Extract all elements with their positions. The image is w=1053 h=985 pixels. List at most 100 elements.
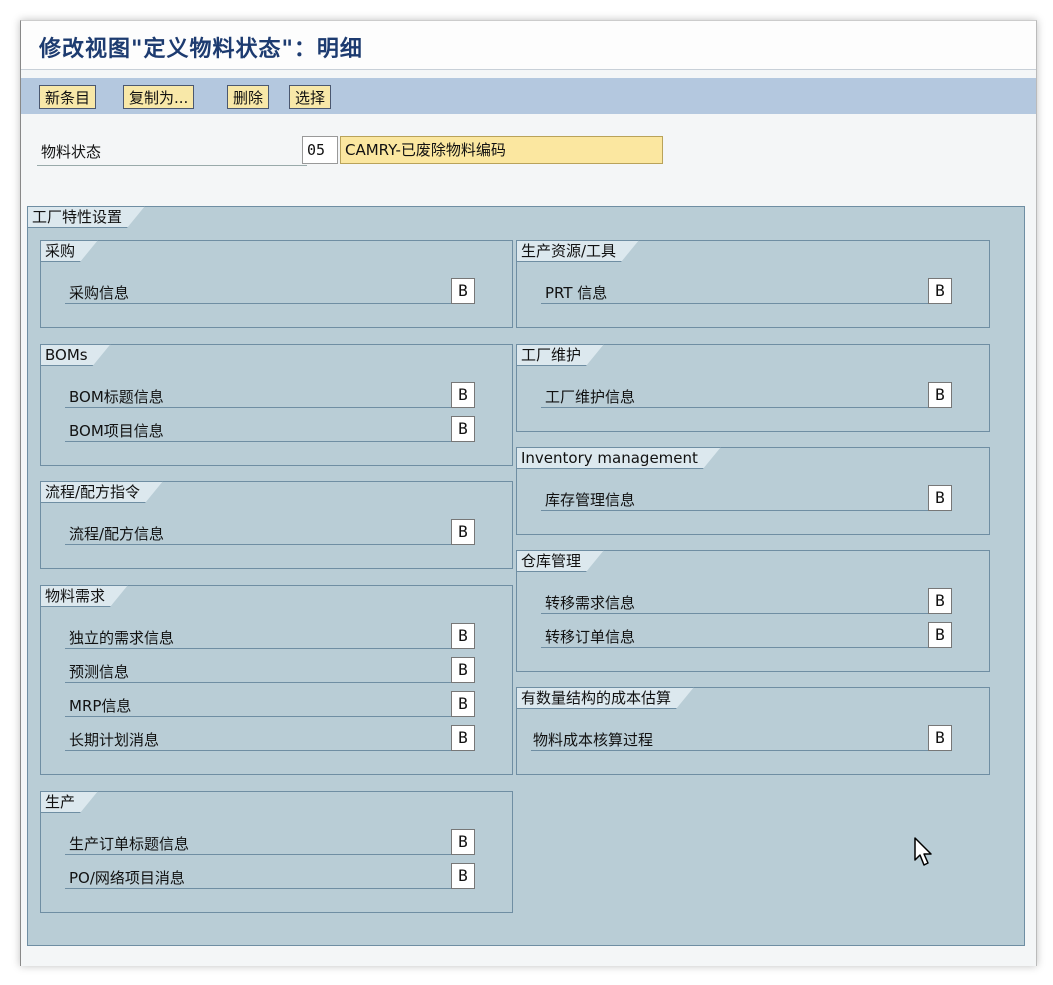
row-forecast-info: 预测信息 B	[41, 657, 514, 683]
group-production: 生产 生产订单标题信息 B PO/网络项目消息 B	[40, 791, 513, 913]
row-po-network-item: PO/网络项目消息 B	[41, 863, 514, 889]
group-warehouse-management-title: 仓库管理	[516, 550, 604, 572]
group-recipe-title: 流程/配方指令	[40, 481, 163, 503]
group-boms: BOMs BOM标题信息 B BOM项目信息 B	[40, 344, 513, 466]
row-label: PRT 信息	[545, 284, 608, 302]
mouse-pointer-icon	[914, 837, 932, 866]
group-prt: 生产资源/工具 PRT 信息 B	[516, 240, 990, 328]
message-type-field[interactable]: B	[451, 657, 475, 683]
row-underline	[65, 716, 451, 717]
row-label: 生产订单标题信息	[69, 835, 190, 853]
row-underline	[541, 613, 928, 614]
group-costing-title: 有数量结构的成本估算	[516, 687, 694, 709]
row-production-order-header: 生产订单标题信息 B	[41, 829, 514, 855]
row-plant-maintenance-info: 工厂维护信息 B	[517, 382, 991, 408]
row-recipe-info: 流程/配方信息 B	[41, 519, 514, 545]
group-inventory-management: Inventory management 库存管理信息 B	[516, 447, 990, 535]
row-mrp-info: MRP信息 B	[41, 691, 514, 717]
row-underline	[541, 510, 928, 511]
row-underline	[65, 648, 451, 649]
group-plant-maintenance-title: 工厂维护	[516, 344, 604, 366]
group-prt-title: 生产资源/工具	[516, 240, 639, 262]
message-type-field[interactable]: B	[451, 416, 475, 442]
row-label: 长期计划消息	[69, 731, 160, 749]
group-warehouse-management: 仓库管理 转移需求信息 B 转移订单信息 B	[516, 550, 990, 672]
row-bom-item-info: BOM项目信息 B	[41, 416, 514, 442]
new-entry-button[interactable]: 新条目	[39, 85, 97, 109]
row-underline	[65, 303, 451, 304]
group-boms-title: BOMs	[40, 344, 111, 366]
row-label: 流程/配方信息	[69, 525, 165, 543]
row-label: 预测信息	[69, 663, 130, 681]
row-underline	[65, 854, 451, 855]
row-label: MRP信息	[69, 697, 132, 715]
sap-window: 修改视图"定义物料状态"：明细 新条目 复制为... 删除 选择 物料状态 05…	[20, 20, 1037, 966]
row-transfer-requirement-info: 转移需求信息 B	[517, 588, 991, 614]
plant-settings-tab: 工厂特性设置	[27, 206, 145, 228]
row-underline	[65, 682, 451, 683]
row-underline	[65, 544, 451, 545]
group-inventory-management-title: Inventory management	[516, 447, 721, 469]
row-transfer-order-info: 转移订单信息 B	[517, 622, 991, 648]
select-button[interactable]: 选择	[289, 85, 332, 109]
group-production-title: 生产	[40, 791, 98, 813]
group-recipe: 流程/配方指令 流程/配方信息 B	[40, 481, 513, 569]
row-label: 工厂维护信息	[545, 388, 636, 406]
row-label: BOM项目信息	[69, 422, 164, 440]
message-type-field[interactable]: B	[451, 382, 475, 408]
message-type-field[interactable]: B	[928, 382, 952, 408]
row-label: BOM标题信息	[69, 388, 164, 406]
message-type-field[interactable]: B	[928, 725, 952, 751]
message-type-field[interactable]: B	[928, 588, 952, 614]
row-label: 独立的需求信息	[69, 629, 175, 647]
application-toolbar: 新条目 复制为... 删除 选择	[21, 78, 1036, 114]
row-long-term-planning: 长期计划消息 B	[41, 725, 514, 751]
row-label: PO/网络项目消息	[69, 869, 185, 887]
delete-button[interactable]: 删除	[227, 85, 270, 109]
row-prt-info: PRT 信息 B	[517, 278, 991, 304]
row-underline	[65, 888, 451, 889]
message-type-field[interactable]: B	[451, 691, 475, 717]
material-status-code-field[interactable]: 05	[302, 136, 338, 164]
row-independent-req-info: 独立的需求信息 B	[41, 623, 514, 649]
copy-as-button[interactable]: 复制为...	[123, 85, 195, 109]
title-bar: 修改视图"定义物料状态"：明细	[21, 21, 1036, 70]
row-underline	[65, 750, 451, 751]
message-type-field[interactable]: B	[451, 725, 475, 751]
message-type-field[interactable]: B	[928, 485, 952, 511]
row-underline	[65, 441, 451, 442]
material-status-row: 物料状态 05 CAMRY-已废除物料编码	[21, 131, 1036, 167]
message-type-field[interactable]: B	[928, 622, 952, 648]
row-purchasing-info: 采购信息 B	[41, 278, 514, 304]
group-purchasing-title: 采购	[40, 240, 98, 262]
message-type-field[interactable]: B	[451, 863, 475, 889]
row-underline	[531, 750, 928, 751]
row-label: 转移订单信息	[545, 628, 636, 646]
row-material-costing-process: 物料成本核算过程 B	[517, 725, 991, 751]
message-type-field[interactable]: B	[451, 623, 475, 649]
row-underline	[541, 303, 928, 304]
material-status-label: 物料状态	[41, 143, 102, 161]
row-label: 采购信息	[69, 284, 130, 302]
row-underline	[541, 407, 928, 408]
material-status-description-field[interactable]: CAMRY-已废除物料编码	[340, 136, 663, 164]
row-label: 转移需求信息	[545, 594, 636, 612]
message-type-field[interactable]: B	[451, 278, 475, 304]
group-mrp-title: 物料需求	[40, 585, 128, 607]
row-underline	[541, 647, 928, 648]
row-bom-header-info: BOM标题信息 B	[41, 382, 514, 408]
plant-settings-frame: 工厂特性设置 采购 采购信息 B BOMs BOM标题信息 B BOM项目信息 …	[27, 206, 1025, 946]
row-label: 库存管理信息	[545, 491, 636, 509]
row-label: 物料成本核算过程	[533, 731, 654, 749]
message-type-field[interactable]: B	[451, 519, 475, 545]
group-mrp: 物料需求 独立的需求信息 B 预测信息 B MRP信息 B 长期计划消息 B	[40, 585, 513, 775]
label-underline	[37, 165, 307, 166]
group-plant-maintenance: 工厂维护 工厂维护信息 B	[516, 344, 990, 432]
row-underline	[65, 407, 451, 408]
page-title: 修改视图"定义物料状态"：明细	[39, 36, 363, 62]
group-costing: 有数量结构的成本估算 物料成本核算过程 B	[516, 687, 990, 775]
row-inventory-info: 库存管理信息 B	[517, 485, 991, 511]
message-type-field[interactable]: B	[928, 278, 952, 304]
message-type-field[interactable]: B	[451, 829, 475, 855]
group-purchasing: 采购 采购信息 B	[40, 240, 513, 328]
